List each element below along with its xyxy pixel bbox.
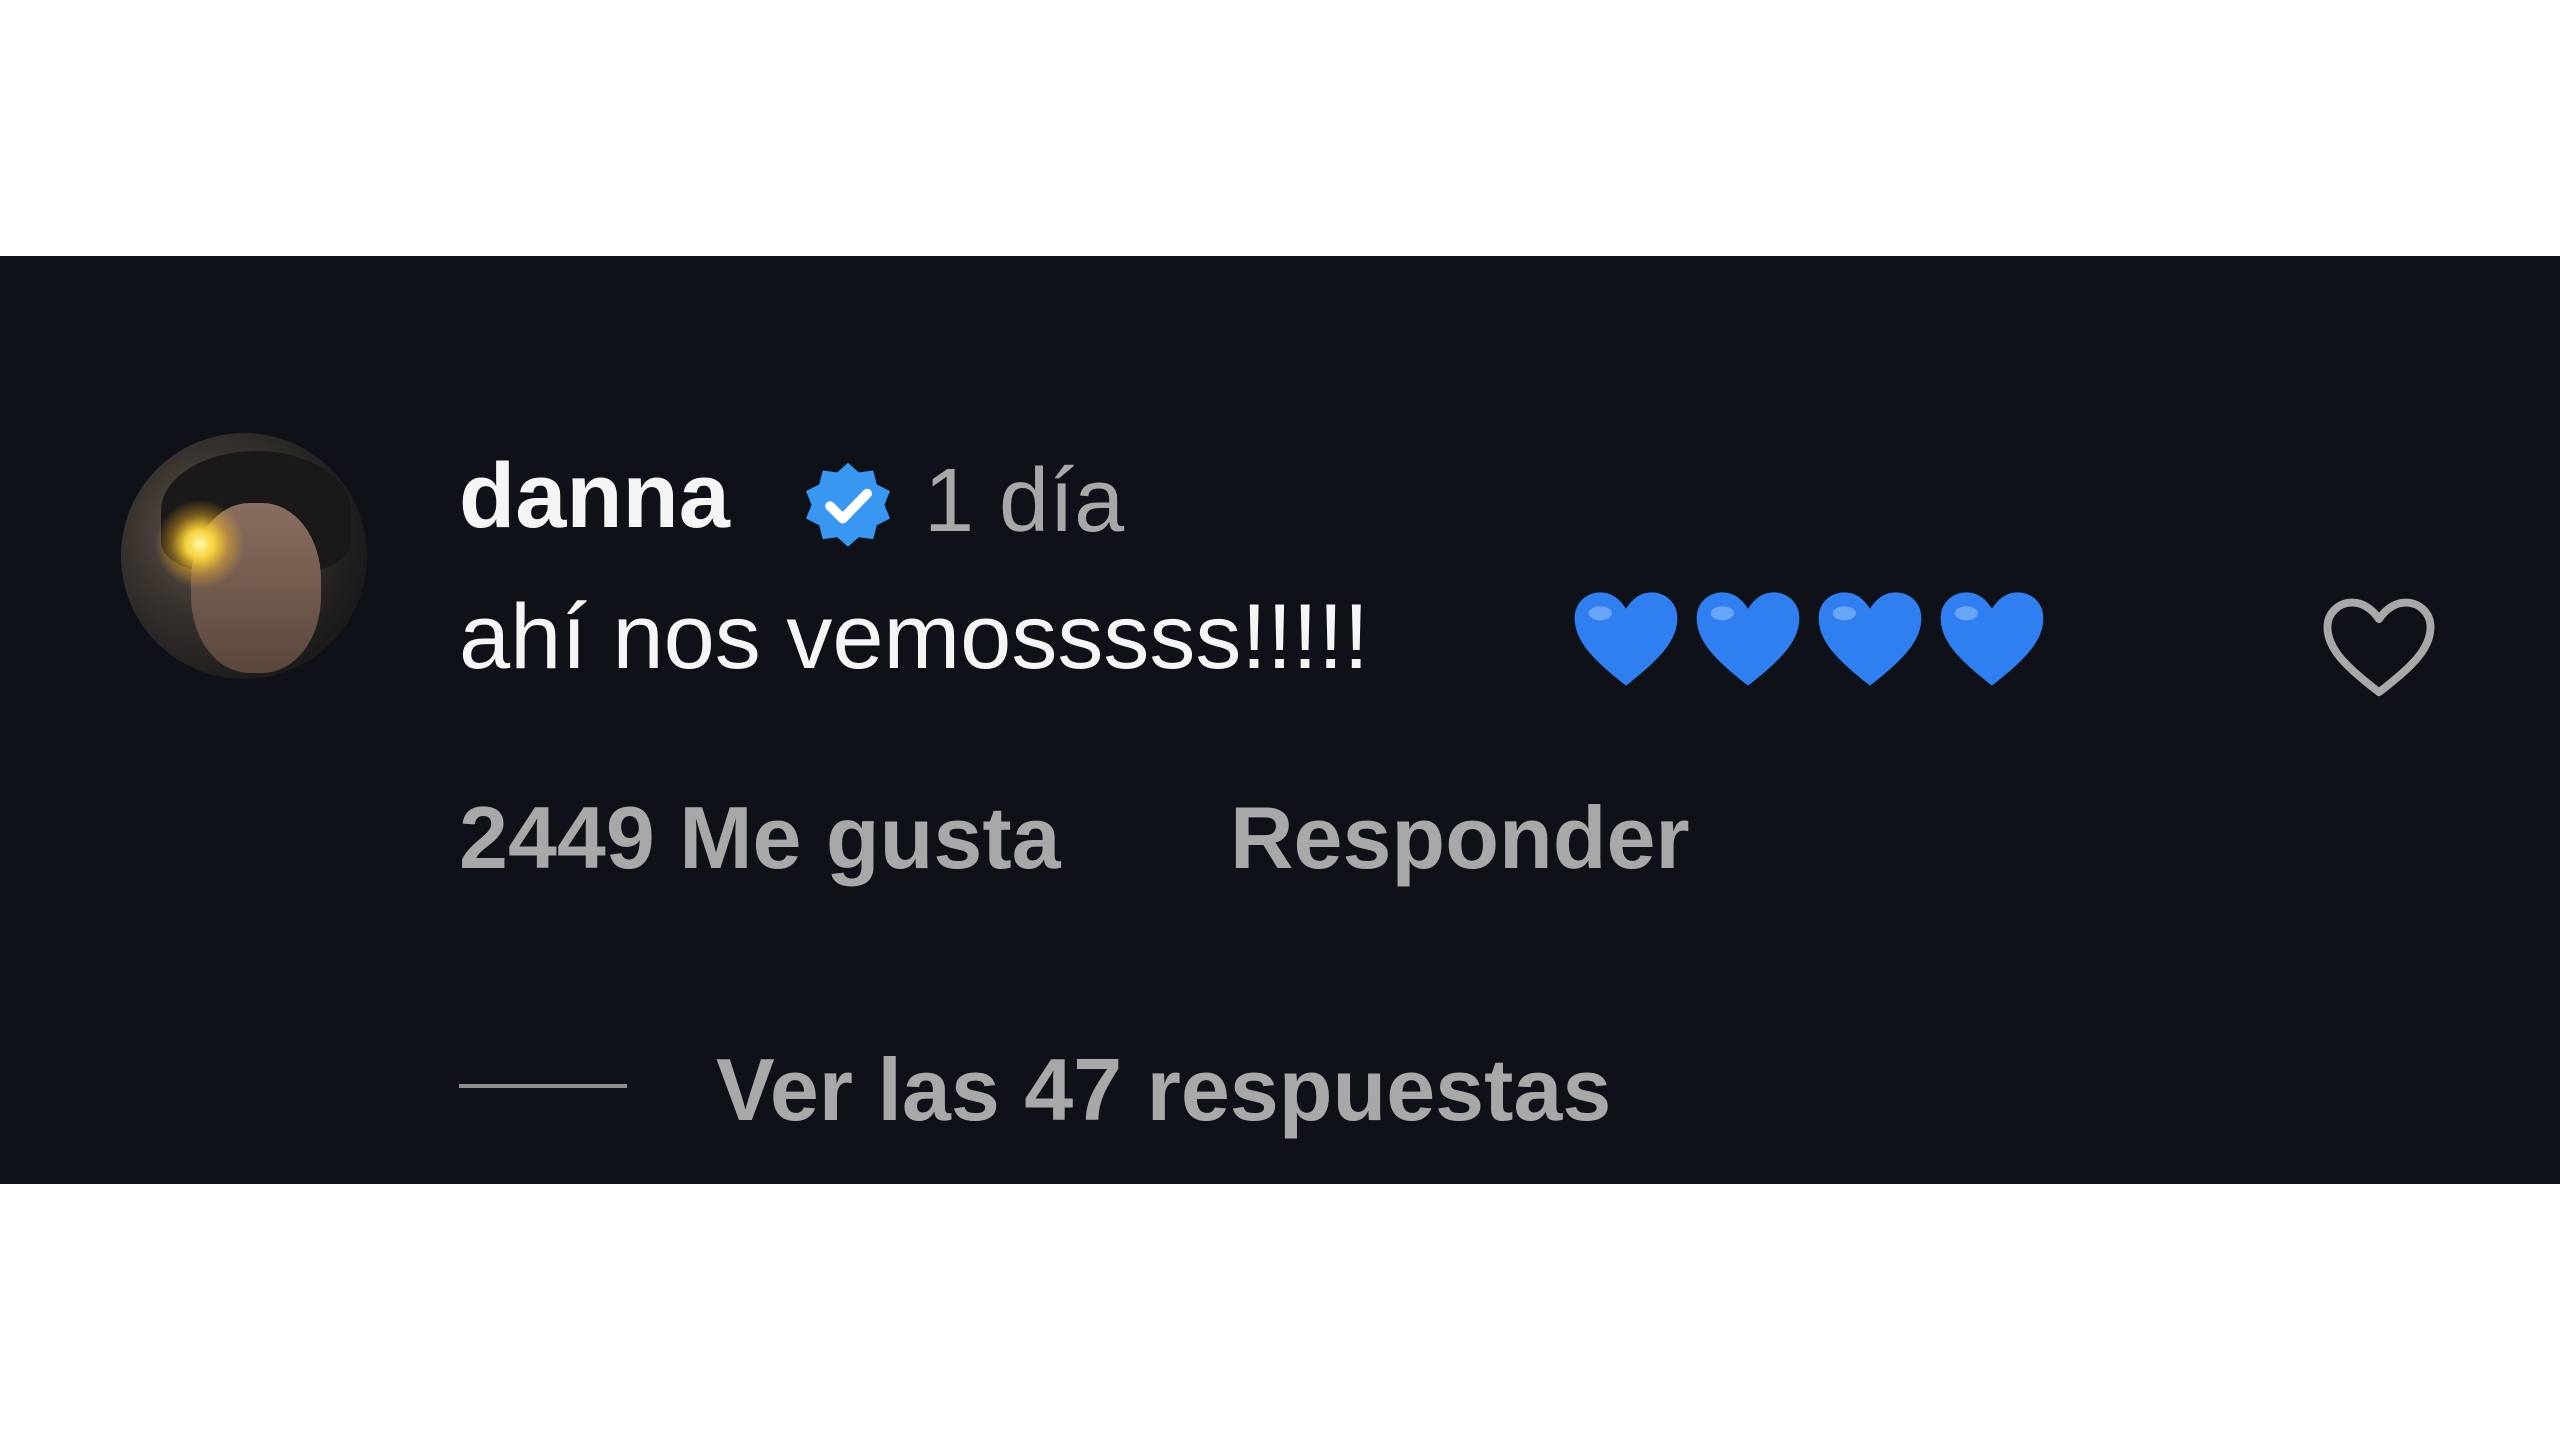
avatar-light-flare	[155, 499, 245, 589]
comment-text: ahí nos vemosssss!!!!!	[459, 586, 1370, 688]
reply-button[interactable]: Responder	[1230, 794, 1690, 882]
heart-outline-icon[interactable]	[2320, 594, 2438, 702]
verified-badge-icon	[806, 462, 890, 547]
blue-heart-emoji-icon	[1818, 592, 1922, 686]
likes-count[interactable]: 2449 Me gusta	[459, 794, 1061, 882]
emoji-group	[1570, 586, 2048, 692]
blue-heart-emoji-icon	[1574, 592, 1678, 686]
avatar[interactable]	[121, 433, 367, 679]
view-replies-button[interactable]: Ver las 47 respuestas	[716, 1046, 1611, 1134]
replies-divider	[459, 1084, 627, 1088]
blue-heart-emoji-icon	[1940, 592, 2044, 686]
blue-heart-emoji-icon	[1696, 592, 1800, 686]
comment-time: 1 día	[924, 451, 1125, 551]
username[interactable]: danna	[459, 450, 730, 542]
